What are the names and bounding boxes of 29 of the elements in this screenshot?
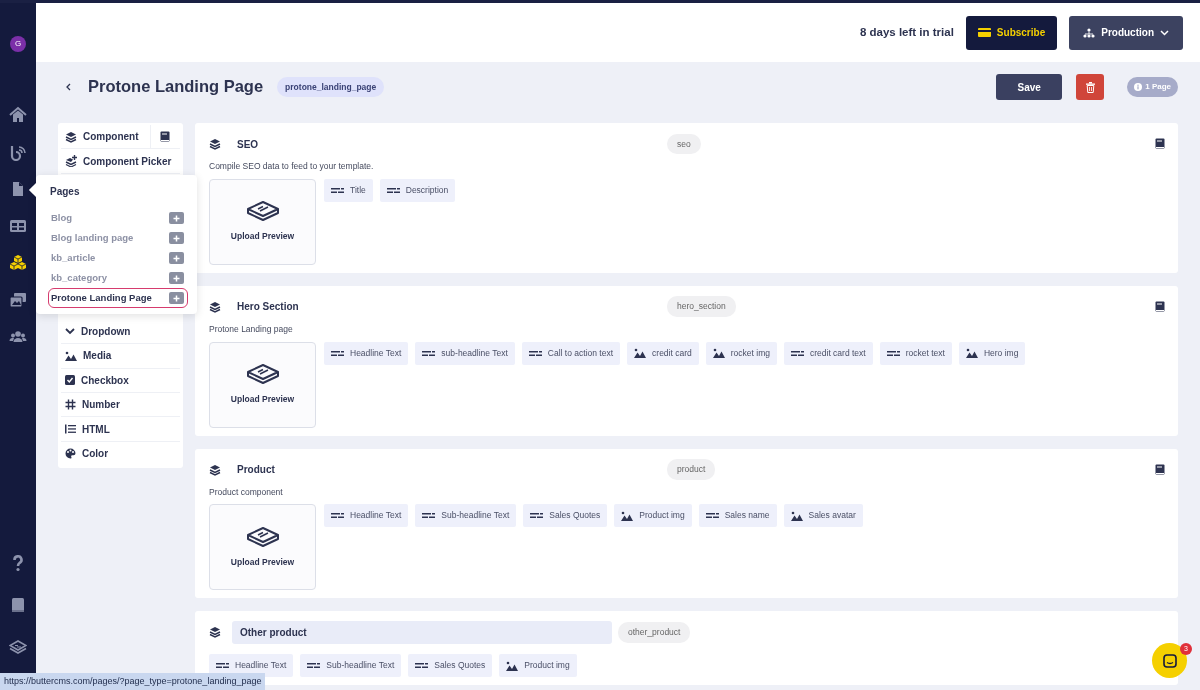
trial-text: 8 days left in trial [859, 24, 954, 40]
field-type-label: Number [82, 398, 120, 413]
component-slug: hero_section [667, 296, 736, 318]
page-type-label: kb_article [51, 250, 96, 265]
component-slug: other_product [618, 621, 691, 643]
page-type-slug: protone_landing_page [277, 76, 385, 98]
field-type-label: Checkbox [81, 373, 129, 388]
component-slug: product [667, 459, 716, 480]
page-type-label: Blog landing page [51, 230, 134, 245]
field-type-label: Media [83, 349, 112, 364]
page-type-label: kb_category [51, 270, 107, 285]
page-count-text: 1 Page [1145, 81, 1171, 93]
page-type-label: Blog [51, 210, 73, 225]
field-type-label: HTML [82, 422, 110, 437]
component-title: Product [237, 463, 276, 477]
component-description: Protone Landing page [209, 322, 294, 336]
popover-title: Pages [50, 185, 81, 199]
component-title: SEO [237, 137, 260, 152]
field-type-label: Color [82, 447, 109, 462]
page-title: Protone Landing Page [88, 77, 264, 97]
field-type-label: Component [83, 130, 139, 145]
component-description: Product component [209, 485, 284, 499]
link-url-tooltip: https://buttercms.com/pages/?page_type=protone_landing_page [0, 672, 266, 690]
component-slug: seo [667, 133, 701, 155]
component-title: Hero Section [237, 300, 300, 315]
field-type-label: Component Picker [83, 154, 172, 169]
field-type-label: Dropdown [81, 324, 131, 339]
component-description: Compile SEO data to feed to your template. [209, 160, 375, 173]
page-type-label: Protone Landing Page [51, 290, 152, 305]
